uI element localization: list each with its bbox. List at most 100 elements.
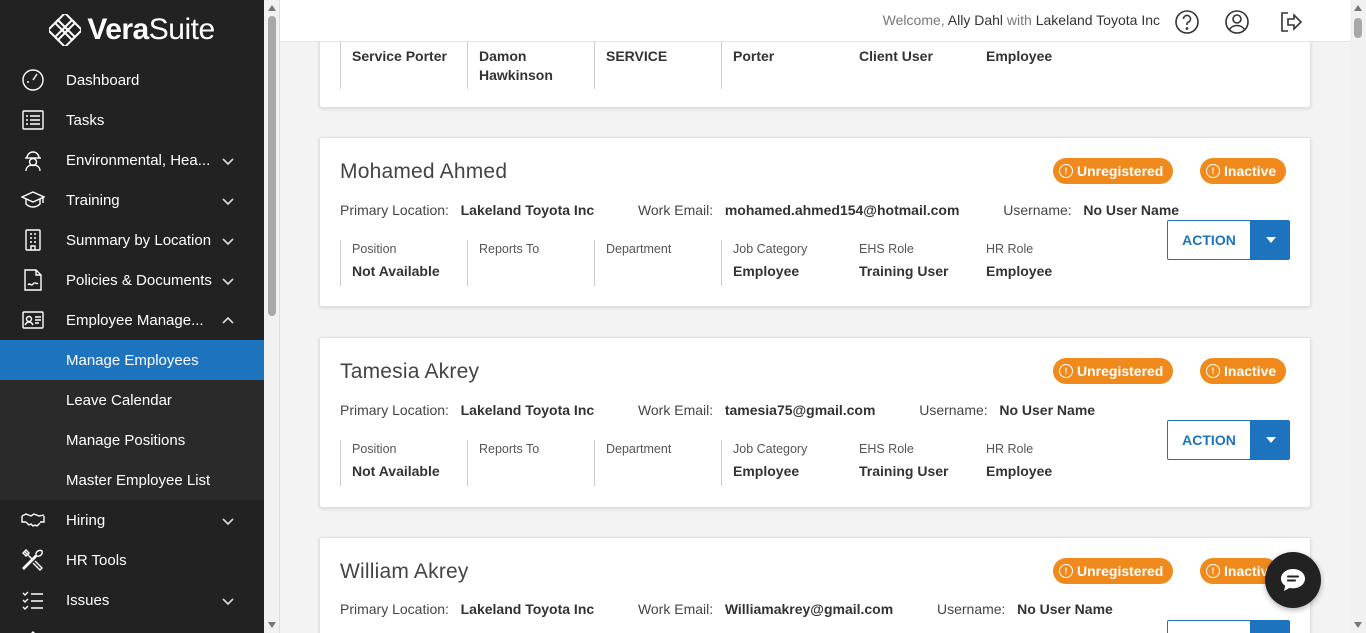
primary-location-value: Lakeland Toyota Inc	[460, 402, 595, 418]
action-button-group: ACTION	[1167, 220, 1290, 260]
field-value: Employee	[986, 463, 1053, 479]
sidebar-item-label: Policies & Documents	[66, 271, 212, 289]
employee-fields: Position Not Available Reports To Departm…	[340, 240, 1102, 286]
employee-name[interactable]: Tamesia Akrey	[340, 360, 479, 384]
field-label: EHS Role	[859, 242, 914, 256]
alert-circle-icon: !	[1059, 164, 1073, 178]
sidebar-item-summary-by-location[interactable]: Summary by Location	[0, 220, 264, 260]
scrollbar-thumb[interactable]	[1354, 18, 1362, 38]
scrollbar-thumb[interactable]	[268, 16, 276, 316]
alert-circle-icon: !	[1206, 564, 1220, 578]
verasuite-logo[interactable]: VeraSuite	[0, 0, 264, 60]
work-email-value: tamesia75@gmail.com	[724, 402, 876, 418]
user-profile-icon[interactable]	[1224, 9, 1250, 35]
employee-fields: Service Porter Damon Hawkinson SERVICE P…	[340, 41, 1102, 89]
sidebar-item-label: Issues	[66, 591, 110, 609]
field-hr-role: HR Role Employee	[975, 440, 1102, 486]
field-position: Position Not Available	[340, 440, 467, 486]
logout-icon[interactable]	[1278, 9, 1304, 35]
checklist-icon	[20, 587, 46, 613]
sidebar-item-issues[interactable]: Issues	[0, 580, 264, 620]
action-dropdown-toggle[interactable]	[1251, 220, 1290, 260]
field-reports-to: Reports To	[467, 240, 594, 286]
employee-name[interactable]: William Akrey	[340, 560, 469, 584]
sidebar-item-label: HR Tools	[66, 551, 127, 569]
username-value: No User Name	[999, 402, 1096, 418]
chat-icon	[1281, 569, 1305, 591]
work-email-label: Work Email:	[637, 601, 714, 617]
employee-info-row: Primary Location: Lakeland Toyota Inc Wo…	[340, 402, 1095, 418]
sidebar-item-employee-management[interactable]: Employee Manage...	[0, 300, 264, 340]
scroll-up-arrow-icon[interactable]	[1354, 5, 1362, 11]
field-department: SERVICE	[594, 41, 721, 89]
company-name: Lakeland Toyota Inc	[1035, 12, 1160, 28]
status-badge-unregistered: ! Unregistered	[1053, 558, 1174, 584]
badge-label: Inactive	[1224, 163, 1277, 179]
sidebar-subitem-manage-employees[interactable]: Manage Employees	[0, 340, 264, 380]
badge-label: Unregistered	[1077, 563, 1164, 579]
sidebar-item-hiring[interactable]: Hiring	[0, 500, 264, 540]
sidebar-subitem-leave-calendar[interactable]: Leave Calendar	[0, 380, 264, 420]
sidebar-item-more[interactable]	[0, 620, 264, 633]
action-dropdown-toggle[interactable]	[1251, 420, 1290, 460]
list-icon	[20, 107, 46, 133]
chat-bubble-button[interactable]	[1265, 552, 1321, 608]
sidebar-subitem-manage-positions[interactable]: Manage Positions	[0, 420, 264, 460]
sidebar-item-label: Dashboard	[66, 71, 140, 89]
tools-icon	[20, 547, 46, 573]
document-sign-icon	[20, 267, 46, 293]
caret-down-icon	[1265, 437, 1276, 443]
sidebar-scrollbar[interactable]	[264, 0, 280, 633]
action-button[interactable]: ACTION	[1167, 420, 1251, 460]
username-label: Username:	[919, 402, 988, 418]
sidebar-item-policies-documents[interactable]: Policies & Documents	[0, 260, 264, 300]
handshake-icon	[20, 507, 46, 533]
field-reports-to: Reports To	[467, 440, 594, 486]
employee-name[interactable]: Mohamed Ahmed	[340, 160, 507, 184]
sidebar-item-label: Hiring	[66, 511, 106, 529]
sidebar-item-label: Training	[66, 191, 120, 209]
sidebar-item-hr-tools[interactable]: HR Tools	[0, 540, 264, 580]
username-value: No User Name	[1017, 601, 1113, 617]
sidebar-subitem-master-employee-list[interactable]: Master Employee List	[0, 460, 264, 500]
field-label: Department	[606, 442, 672, 456]
graduation-cap-icon	[20, 187, 46, 213]
field-value: SERVICE	[606, 48, 668, 64]
sidebar-item-tasks[interactable]: Tasks	[0, 100, 264, 140]
chevron-down-icon	[222, 234, 234, 246]
username-label: Username:	[936, 601, 1006, 617]
action-button[interactable]	[1167, 620, 1251, 633]
field-label: Department	[606, 242, 672, 256]
sidebar-item-label: Summary by Location	[66, 231, 212, 249]
field-value: Training User	[859, 263, 949, 279]
action-button[interactable]: ACTION	[1167, 220, 1251, 260]
logo-text: VeraSuite	[87, 13, 215, 46]
main-scrollbar[interactable]	[1350, 0, 1366, 633]
primary-location-value: Lakeland Toyota Inc	[460, 202, 595, 218]
scroll-up-arrow-icon[interactable]	[268, 5, 276, 11]
field-label: Reports To	[479, 242, 540, 256]
alert-circle-icon: !	[1206, 364, 1220, 378]
scroll-down-arrow-icon[interactable]	[268, 622, 276, 628]
sidebar-item-training[interactable]: Training	[0, 180, 264, 220]
action-dropdown-toggle[interactable]	[1251, 620, 1290, 633]
field-department: Department	[594, 240, 721, 286]
alert-circle-icon: !	[1059, 364, 1073, 378]
status-badge-unregistered: ! Unregistered	[1053, 358, 1174, 384]
help-icon[interactable]	[1174, 9, 1200, 35]
alert-circle-icon: !	[1206, 164, 1220, 178]
sidebar-item-dashboard[interactable]: Dashboard	[0, 60, 264, 100]
field-job-category: Job Category Employee	[721, 440, 848, 486]
badge-label: Unregistered	[1077, 363, 1164, 379]
employee-management-submenu: Manage Employees Leave Calendar Manage P…	[0, 340, 264, 500]
field-value: Not Available	[352, 463, 440, 479]
chevron-up-icon	[222, 314, 234, 326]
work-email-value: mohamed.ahmed154@hotmail.com	[724, 202, 960, 218]
field-ehs-role: EHS Role Training User	[848, 240, 975, 286]
welcome-text: Welcome, Ally Dahl with Lakeland Toyota …	[883, 12, 1160, 28]
dashboard-gauge-icon	[20, 67, 46, 93]
field-value: Employee	[733, 263, 800, 279]
scroll-down-arrow-icon[interactable]	[1354, 622, 1362, 628]
sidebar-item-environmental[interactable]: Environmental, Hea...	[0, 140, 264, 180]
field-ehs-role: Client User	[848, 41, 975, 89]
